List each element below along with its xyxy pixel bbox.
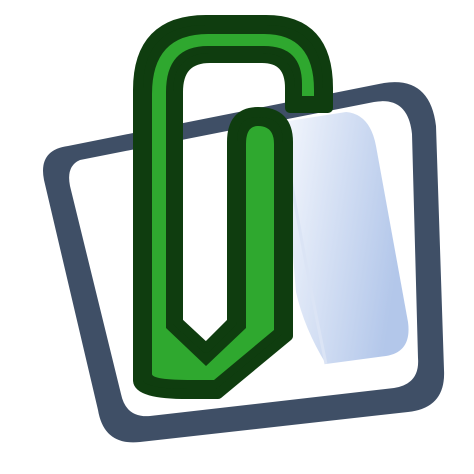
attachment-icon-canvas: [0, 0, 474, 474]
attachment-icon: [43, 15, 445, 443]
